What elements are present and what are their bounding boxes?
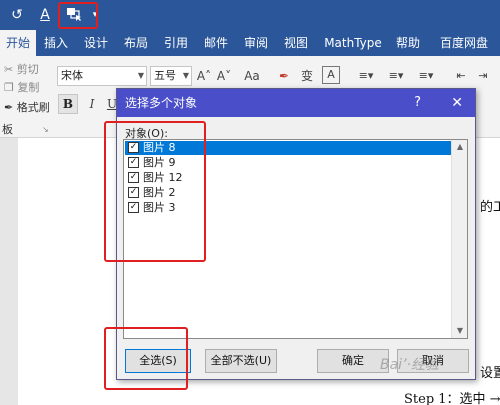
tab-mathtype[interactable]: MathType	[322, 30, 384, 56]
tab-layout[interactable]: 布局	[120, 30, 152, 56]
font-size-combo[interactable]: 五号 ▼	[150, 66, 192, 86]
scroll-up-icon[interactable]: ▲	[452, 140, 468, 154]
phonetic-guide-button[interactable]: 变	[298, 66, 316, 86]
help-icon[interactable]: ?	[414, 89, 421, 117]
doc-text-fragment: 设置	[480, 366, 500, 381]
tab-design[interactable]: 设计	[80, 30, 112, 56]
clipboard-group-label: 板	[2, 123, 13, 136]
italic-button[interactable]: I	[84, 94, 100, 114]
deselect-all-button[interactable]: 全部不选(U)	[205, 349, 277, 373]
doc-step-text: Step 1：选中 →	[404, 392, 500, 405]
change-case-button[interactable]: Aa	[240, 66, 264, 86]
format-painter-label: 格式刷	[16, 101, 50, 114]
bold-button[interactable]: B	[58, 94, 78, 114]
increase-indent-icon[interactable]: ⇥	[474, 66, 492, 86]
highlight-box-list	[104, 121, 206, 262]
vertical-scrollbar[interactable]: ▲ ▼	[451, 140, 467, 338]
chevron-down-icon: ▼	[182, 71, 189, 80]
font-color-button[interactable]: A	[36, 6, 54, 24]
chevron-down-icon: ▼	[137, 71, 144, 80]
format-painter-button[interactable]: ✒ 格式刷	[4, 100, 50, 116]
font-name-value: 宋体	[61, 69, 83, 82]
highlight-box-select-all	[104, 327, 188, 390]
dialog-title: 选择多个对象	[125, 96, 198, 110]
cut-button[interactable]: ✂ 剪切	[4, 62, 39, 78]
tab-review[interactable]: 审阅	[240, 30, 272, 56]
watermark: Bai’·经验	[380, 357, 439, 373]
font-name-combo[interactable]: 宋体 ▼	[57, 66, 147, 86]
undo-icon[interactable]: ↺	[8, 6, 26, 24]
multilevel-list-icon[interactable]: ≡▾	[414, 66, 438, 86]
clipboard-launcher-icon[interactable]: ↘	[42, 122, 49, 138]
tab-baidu-netdisk[interactable]: 百度网盘	[432, 30, 496, 56]
decrease-indent-icon[interactable]: ⇤	[452, 66, 470, 86]
cut-label: 剪切	[16, 63, 39, 76]
tab-help[interactable]: 帮助	[392, 30, 424, 56]
tab-home[interactable]: 开始	[0, 30, 36, 56]
grow-font-button[interactable]: A˄	[196, 66, 212, 86]
scroll-down-icon[interactable]: ▼	[452, 324, 468, 338]
tab-mailings[interactable]: 邮件	[200, 30, 232, 56]
close-icon[interactable]: ✕	[451, 89, 463, 117]
tab-references[interactable]: 引用	[160, 30, 192, 56]
shrink-font-button[interactable]: A˅	[216, 66, 232, 86]
font-size-value: 五号	[154, 69, 176, 82]
numbering-icon[interactable]: ≡▾	[384, 66, 408, 86]
char-border-icon[interactable]: A	[322, 66, 340, 84]
doc-text-fragment: 的工号	[480, 200, 500, 215]
tab-view[interactable]: 视图	[280, 30, 312, 56]
bullets-icon[interactable]: ≡▾	[354, 66, 378, 86]
copy-label: 复制	[17, 81, 40, 94]
highlight-box-toolbar	[58, 2, 98, 29]
ribbon-tabs: 开始 插入 设计 布局 引用 邮件 审阅 视图 MathType 帮助 百度网盘	[0, 30, 500, 56]
clear-format-icon[interactable]: ✒	[276, 66, 292, 86]
copy-button[interactable]: ❐ 复制	[4, 80, 39, 96]
dialog-title-bar[interactable]: 选择多个对象 ? ✕	[117, 89, 475, 117]
tab-insert[interactable]: 插入	[40, 30, 72, 56]
ok-button[interactable]: 确定	[317, 349, 389, 373]
